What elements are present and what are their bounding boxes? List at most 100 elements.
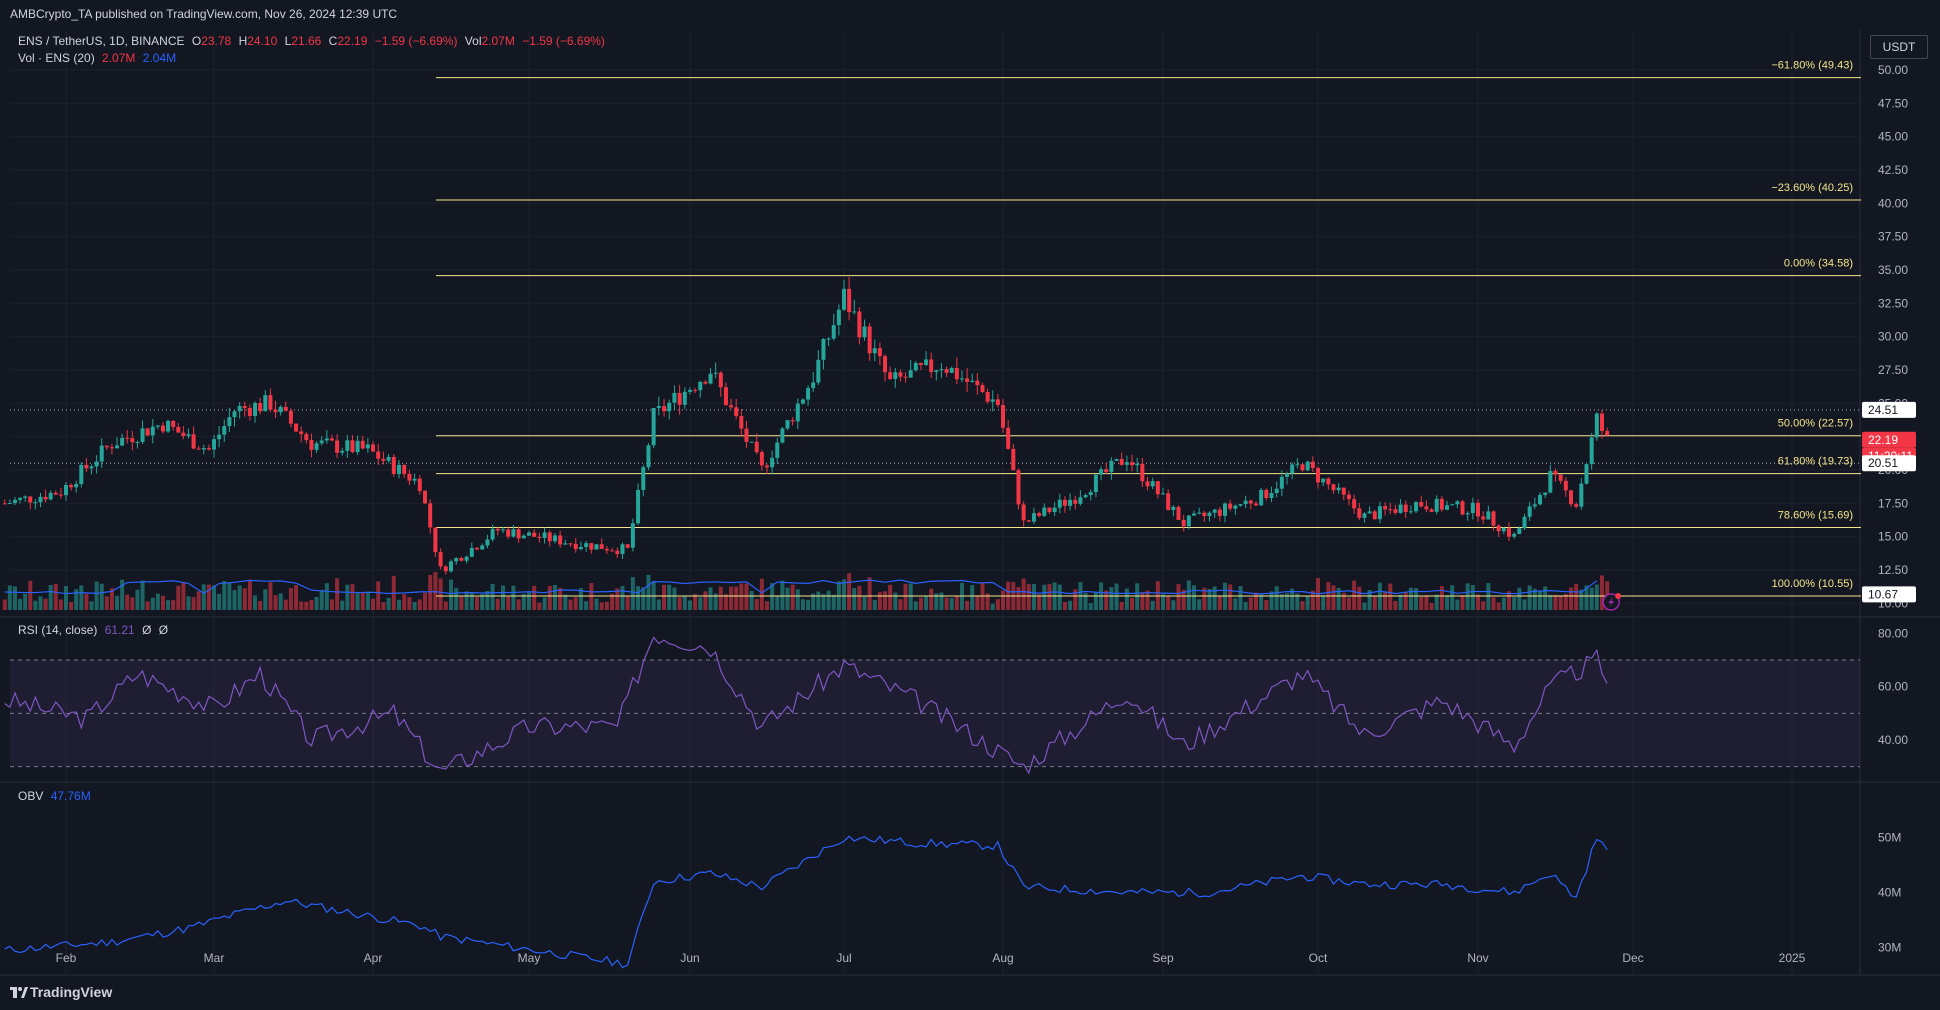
candle-body [672, 392, 677, 403]
volume-bar [145, 601, 150, 610]
volume-bar [547, 585, 552, 610]
volume-bar [630, 577, 635, 610]
candle-body [1295, 464, 1300, 466]
candle-body [1145, 481, 1150, 487]
candle-body [1093, 474, 1098, 493]
rsi-legend[interactable]: RSI (14, close) 61.21 Ø Ø [18, 623, 172, 637]
time-tick-label: Sep [1152, 951, 1174, 965]
volume-bar [908, 583, 913, 610]
candle-body [1346, 494, 1351, 500]
candle-body [288, 410, 293, 424]
candle-body [145, 428, 150, 436]
candle-body [552, 535, 557, 542]
candle-body [12, 499, 17, 504]
price-tick-label: 32.50 [1878, 296, 1908, 310]
volume-bar [965, 600, 970, 610]
volume-bar [1021, 578, 1026, 610]
candle-body [1037, 513, 1042, 516]
candle-body [407, 473, 412, 481]
price-tick-label: 35.00 [1878, 263, 1908, 277]
volume-bar [1171, 600, 1176, 610]
volume-bar [718, 586, 723, 610]
candle-body [1006, 427, 1011, 449]
candle-body [811, 382, 816, 389]
time-tick-label: Jun [680, 951, 699, 965]
candle-body [795, 403, 800, 422]
volume-bar [877, 592, 882, 610]
volume-bar [656, 599, 661, 610]
candle-body [1579, 483, 1584, 507]
candle-body [934, 370, 939, 372]
volume-bar [217, 593, 222, 610]
candle-body [335, 440, 340, 453]
volume-bar [924, 595, 929, 610]
volume-bar [459, 596, 464, 610]
volume-bar [115, 595, 120, 610]
volume-bar [1372, 595, 1377, 610]
volume-bar [1439, 586, 1444, 610]
symbol-legend[interactable]: ENS / TetherUS, 1D, BINANCE O23.78 H24.1… [18, 34, 609, 48]
obv-legend[interactable]: OBV 47.76M [18, 789, 95, 803]
candle-body [775, 442, 780, 458]
volume-bar [990, 603, 995, 610]
volume-bar [33, 600, 38, 610]
candle-body [1445, 505, 1450, 510]
volume-bar [1212, 586, 1217, 610]
volume-bar [552, 584, 557, 610]
candle-body [1341, 487, 1346, 495]
candle-body [754, 441, 759, 453]
price-tick-label: 45.00 [1878, 130, 1908, 144]
candle-body [610, 550, 615, 552]
volume-bar [423, 592, 427, 610]
candle-body [109, 447, 114, 449]
candle-body [542, 532, 547, 538]
volume-bar [826, 590, 831, 610]
candle-body [990, 399, 995, 402]
candle-body [273, 409, 278, 413]
rsi-label: RSI (14, close) [18, 623, 98, 637]
candle-body [1553, 471, 1558, 475]
volume-bar [944, 597, 949, 610]
volume-bar [48, 585, 53, 610]
open-value: 23.78 [201, 34, 232, 48]
volume-bar [232, 590, 237, 610]
candle-body [360, 440, 365, 449]
candle-body [1279, 476, 1284, 489]
volume-bar [785, 587, 790, 610]
volume-bar [558, 587, 563, 610]
currency-button[interactable]: USDT [1870, 35, 1928, 59]
candle-body [965, 378, 970, 382]
obv-value: 47.76M [50, 789, 91, 803]
candle-body [196, 448, 201, 450]
volume-bar [227, 582, 232, 610]
low-value: 21.66 [291, 34, 322, 48]
candle-body [765, 465, 769, 468]
candle-body [294, 423, 299, 432]
vol-change: −1.59 (−6.69%) [522, 34, 605, 48]
change-value: −1.59 (−6.69%) [374, 34, 458, 48]
candle-body [1202, 512, 1207, 517]
candle-body [949, 367, 954, 373]
candle-body [1532, 504, 1537, 507]
candle-body [1429, 509, 1434, 512]
volume-legend[interactable]: Vol · ENS (20) 2.07M 2.04M [18, 51, 180, 65]
candle-body [1021, 504, 1026, 521]
candle-body [1228, 503, 1233, 509]
volume-bar [1501, 597, 1506, 610]
candle-body [698, 381, 703, 391]
candle-body [201, 448, 206, 450]
candle-body [847, 288, 852, 313]
candle-body [1062, 499, 1067, 506]
volume-bar [568, 599, 573, 610]
candle-body [888, 372, 893, 379]
candle-body [1274, 488, 1279, 494]
volume-bar [360, 592, 365, 610]
volume-bar [365, 591, 370, 610]
candle-body [43, 496, 48, 500]
candle-body [237, 406, 242, 412]
trading-chart[interactable]: −61.80% (49.43) −23.60% (40.25) 0.00% (34.… [0, 0, 1940, 1010]
time-tick-label: Apr [364, 951, 383, 965]
candle-body [181, 432, 186, 437]
price-tick-label: 40.00 [1878, 196, 1908, 210]
volume-bar [1403, 592, 1408, 610]
